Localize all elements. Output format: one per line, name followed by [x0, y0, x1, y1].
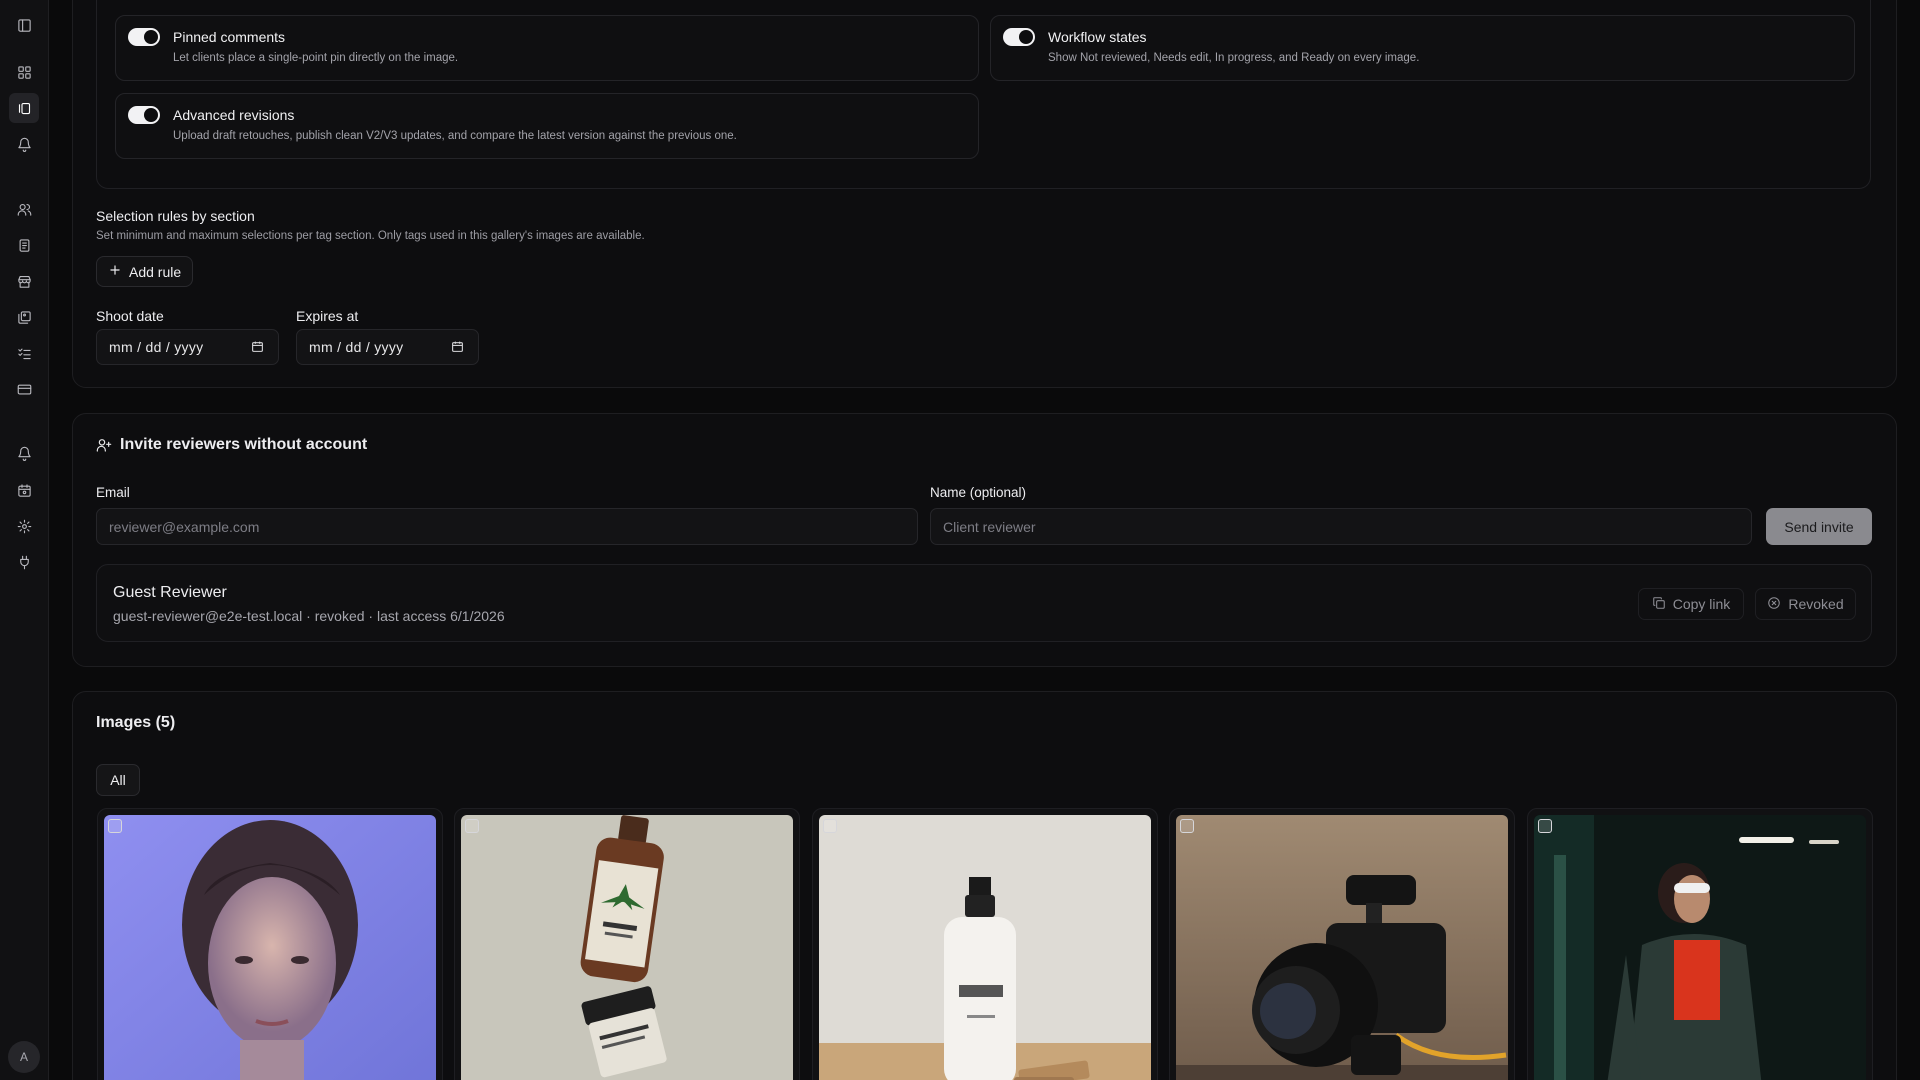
revoked-label: Revoked	[1788, 596, 1844, 612]
advanced-revisions-option: Advanced revisions Upload draft retouche…	[115, 93, 979, 159]
reviewer-row: Guest Reviewer guest-reviewer@e2e-test.l…	[96, 564, 1872, 642]
advanced-revisions-desc: Upload draft retouches, publish clean V2…	[173, 130, 737, 142]
calendar-icon[interactable]	[251, 340, 264, 353]
image-card[interactable]	[454, 808, 800, 1080]
user-plus-icon	[96, 437, 112, 453]
pinned-comments-option: Pinned comments Let clients place a sing…	[115, 15, 979, 81]
camera-image	[1176, 815, 1508, 1080]
gallery-settings-card: Pinned comments Let clients place a sing…	[72, 0, 1897, 388]
image-card[interactable]	[1527, 808, 1873, 1080]
name-field[interactable]	[930, 508, 1752, 545]
main-content: Pinned comments Let clients place a sing…	[49, 0, 1920, 1080]
calendar-icon[interactable]	[13, 479, 35, 501]
revoked-button[interactable]: Revoked	[1755, 588, 1856, 620]
shoot-date-field[interactable]: mm / dd / yyyy	[96, 329, 279, 365]
street-fashion-image	[1534, 815, 1866, 1080]
spray-bottle-image	[819, 815, 1151, 1080]
expires-at-label: Expires at	[296, 308, 359, 324]
avatar[interactable]: A	[8, 1041, 40, 1073]
invite-reviewers-card: Invite reviewers without account Email N…	[72, 413, 1897, 667]
pinned-comments-desc: Let clients place a single-point pin dir…	[173, 52, 459, 64]
workflow-states-desc: Show Not reviewed, Needs edit, In progre…	[1048, 52, 1420, 64]
select-checkbox[interactable]	[1538, 819, 1552, 833]
store-icon[interactable]	[13, 270, 35, 292]
features-panel: Pinned comments Let clients place a sing…	[96, 0, 1871, 189]
workflow-states-toggle[interactable]	[1003, 28, 1035, 46]
shoot-date-value: mm / dd / yyyy	[109, 339, 204, 355]
portrait-woman-image	[104, 815, 436, 1080]
add-rule-button[interactable]: Add rule	[96, 256, 194, 287]
images-title: Images (5)	[96, 714, 176, 731]
alerts-icon[interactable]	[13, 442, 35, 464]
sidebar: A	[0, 0, 49, 1080]
plus-icon	[108, 263, 122, 280]
pinned-comments-toggle[interactable]	[128, 28, 160, 46]
images-icon[interactable]	[13, 306, 35, 328]
copy-icon	[1652, 596, 1666, 613]
send-invite-button[interactable]: Send invite	[1766, 508, 1872, 545]
select-checkbox[interactable]	[1180, 819, 1194, 833]
image-card[interactable]	[97, 808, 443, 1080]
advanced-revisions-toggle[interactable]	[128, 106, 160, 124]
email-input[interactable]	[109, 518, 905, 535]
email-label: Email	[96, 485, 130, 500]
name-label: Name (optional)	[930, 485, 1027, 500]
galleries-icon[interactable]	[9, 93, 39, 123]
reviewer-details: guest-reviewer@e2e-test.local · revoked …	[113, 608, 505, 624]
checklist-icon[interactable]	[13, 342, 35, 364]
billing-icon[interactable]	[13, 378, 35, 400]
add-rule-label: Add rule	[129, 263, 182, 280]
filter-all-chip[interactable]: All	[96, 764, 140, 796]
email-field[interactable]	[96, 508, 918, 545]
name-input[interactable]	[943, 518, 1739, 535]
pinned-comments-title: Pinned comments	[173, 29, 286, 45]
copy-link-button[interactable]: Copy link	[1638, 588, 1744, 620]
sidebar-toggle-icon[interactable]	[13, 14, 35, 36]
hemp-seed-bottle-image	[461, 815, 793, 1080]
calendar-icon[interactable]	[451, 340, 464, 353]
dashboard-icon[interactable]	[13, 61, 35, 83]
reviewer-name: Guest Reviewer	[113, 584, 227, 601]
selection-rules-desc: Set minimum and maximum selections per t…	[96, 230, 645, 242]
plugin-icon[interactable]	[13, 551, 35, 573]
select-checkbox[interactable]	[823, 819, 837, 833]
workflow-states-option: Workflow states Show Not reviewed, Needs…	[990, 15, 1855, 81]
invite-title: Invite reviewers without account	[120, 436, 368, 453]
selection-rules-title: Selection rules by section	[96, 208, 255, 224]
x-circle-icon	[1767, 596, 1781, 613]
expires-at-value: mm / dd / yyyy	[309, 339, 404, 355]
users-icon[interactable]	[13, 198, 35, 220]
select-checkbox[interactable]	[465, 819, 479, 833]
image-card[interactable]	[1169, 808, 1515, 1080]
image-card[interactable]	[812, 808, 1158, 1080]
expires-at-field[interactable]: mm / dd / yyyy	[296, 329, 479, 365]
copy-link-label: Copy link	[1672, 596, 1731, 612]
documents-icon[interactable]	[13, 234, 35, 256]
advanced-revisions-title: Advanced revisions	[173, 107, 295, 123]
shoot-date-label: Shoot date	[96, 308, 164, 324]
settings-icon[interactable]	[13, 515, 35, 537]
select-checkbox[interactable]	[108, 819, 122, 833]
notifications-icon[interactable]	[13, 133, 35, 155]
workflow-states-title: Workflow states	[1048, 29, 1147, 45]
